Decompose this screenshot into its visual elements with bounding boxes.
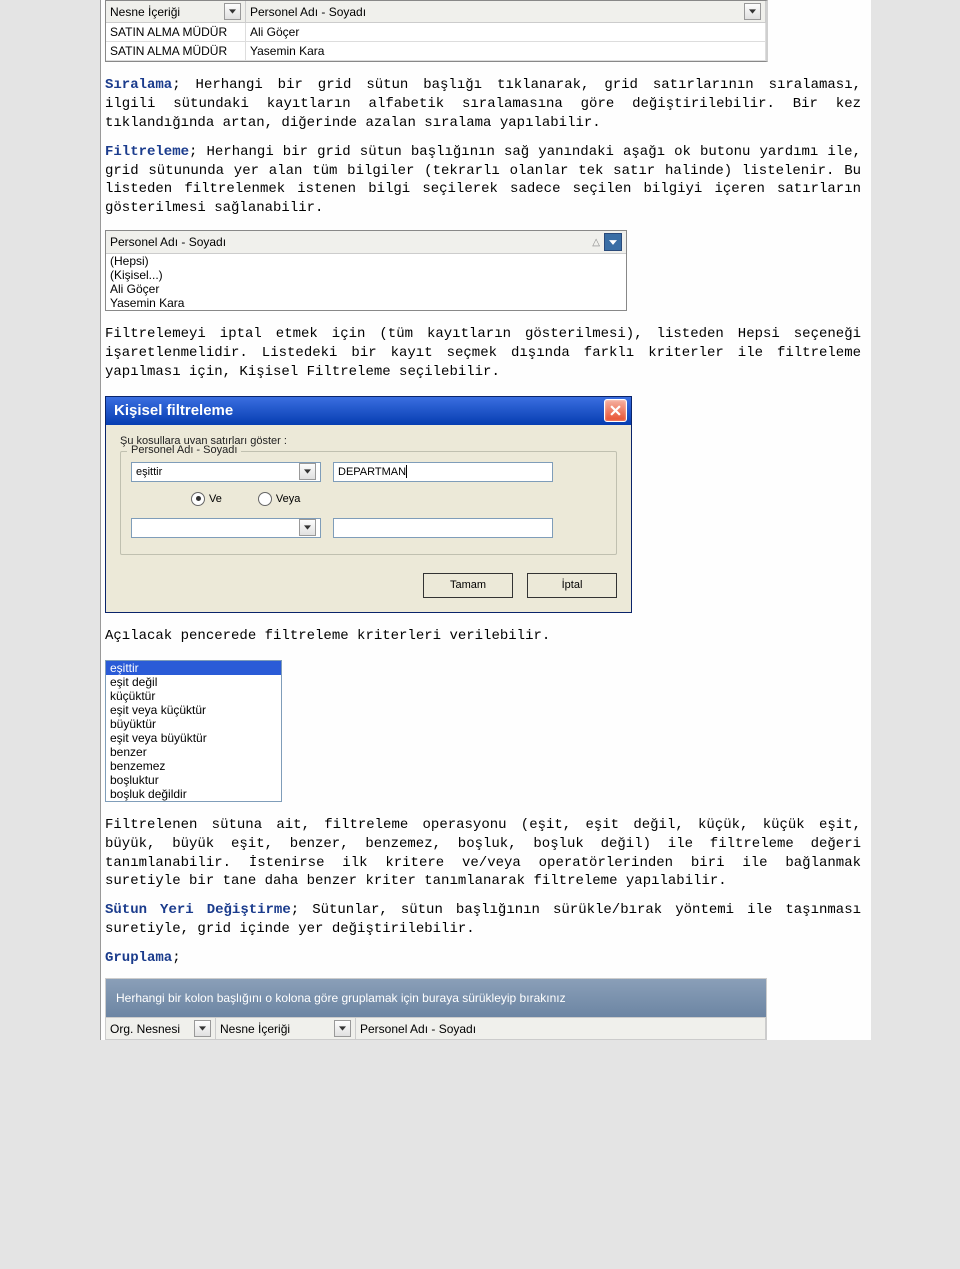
filter-dropdown-header[interactable]: Personel Adı - Soyadı △ bbox=[106, 231, 626, 254]
list-item[interactable]: boşluktur bbox=[106, 773, 281, 787]
radio-icon bbox=[191, 492, 205, 506]
list-item[interactable]: benzer bbox=[106, 745, 281, 759]
custom-filter-dialog: Kişisel filtreleme Şu koşullara uyan sat… bbox=[105, 396, 632, 613]
list-item[interactable]: büyüktür bbox=[106, 717, 281, 731]
chevron-down-icon[interactable] bbox=[299, 463, 316, 480]
operator-select-2[interactable] bbox=[131, 518, 321, 538]
paragraph-grouping: Gruplama; bbox=[101, 949, 871, 974]
term-sorting: Sıralama bbox=[105, 77, 172, 93]
chevron-down-icon[interactable] bbox=[604, 233, 622, 251]
filter-dropdown[interactable]: Personel Adı - Soyadı △ (Hepsi) (Kişisel… bbox=[105, 230, 627, 311]
paragraph-dialog-info: Açılacak pencerede filtreleme kriterleri… bbox=[101, 617, 871, 656]
radio-icon bbox=[258, 492, 272, 506]
filter-option[interactable]: (Hepsi) bbox=[106, 254, 626, 268]
cell: SATIN ALMA MÜDÜR bbox=[106, 23, 246, 41]
fieldset-legend: Personel Adı - Soyadı bbox=[127, 444, 241, 456]
paragraph-sorting: Sıralama; Herhangi bir grid sütun başlığ… bbox=[101, 66, 871, 143]
list-item[interactable]: eşittir bbox=[106, 661, 281, 675]
chevron-down-icon[interactable] bbox=[194, 1020, 211, 1037]
value-input-1[interactable]: DEPARTMAN bbox=[333, 462, 553, 482]
list-item[interactable]: eşit veya büyüktür bbox=[106, 731, 281, 745]
paragraph-operators: Filtrelenen sütuna ait, filtreleme opera… bbox=[101, 806, 871, 902]
dialog-title: Kişisel filtreleme bbox=[114, 402, 233, 419]
radio-or[interactable]: Veya bbox=[258, 492, 300, 506]
filter-option[interactable]: Ali Göçer bbox=[106, 282, 626, 296]
column-header-nesne[interactable]: Nesne İçeriği bbox=[106, 1, 246, 22]
term-column-move: Sütun Yeri Değiştirme bbox=[105, 902, 291, 918]
list-item[interactable]: küçüktür bbox=[106, 689, 281, 703]
column-header-nesne[interactable]: Nesne İçeriği bbox=[216, 1018, 356, 1039]
table-row[interactable]: SATIN ALMA MÜDÜR Ali Göçer bbox=[106, 23, 766, 42]
column-header-label: Personel Adı - Soyadı bbox=[250, 5, 366, 19]
value-input-2[interactable] bbox=[333, 518, 553, 538]
filter-option[interactable]: Yasemin Kara bbox=[106, 296, 626, 310]
list-item[interactable]: eşit veya küçüktür bbox=[106, 703, 281, 717]
cancel-button[interactable]: İptal bbox=[527, 573, 617, 598]
list-item[interactable]: eşit değil bbox=[106, 675, 281, 689]
ok-button[interactable]: Tamam bbox=[423, 573, 513, 598]
operator-listbox[interactable]: eşittir eşit değil küçüktür eşit veya kü… bbox=[105, 660, 282, 802]
paragraph-column-move: Sütun Yeri Değiştirme; Sütunlar, sütun b… bbox=[101, 901, 871, 949]
chevron-down-icon[interactable] bbox=[744, 3, 761, 20]
group-panel[interactable]: Herhangi bir kolon başlığını o kolona gö… bbox=[105, 978, 767, 1040]
chevron-down-icon[interactable] bbox=[224, 3, 241, 20]
cell: SATIN ALMA MÜDÜR bbox=[106, 42, 246, 60]
chevron-down-icon[interactable] bbox=[299, 519, 316, 536]
radio-and[interactable]: Ve bbox=[191, 492, 222, 506]
column-header-label: Nesne İçeriği bbox=[110, 5, 180, 19]
sort-asc-icon: △ bbox=[592, 237, 604, 248]
cell: Yasemin Kara bbox=[246, 42, 766, 60]
cell: Ali Göçer bbox=[246, 23, 766, 41]
column-header-org[interactable]: Org. Nesnesi bbox=[106, 1018, 216, 1039]
text-caret bbox=[406, 465, 407, 478]
dialog-titlebar[interactable]: Kişisel filtreleme bbox=[106, 397, 631, 425]
list-item[interactable]: benzemez bbox=[106, 759, 281, 773]
column-header-personel[interactable]: Personel Adı - Soyadı bbox=[356, 1018, 766, 1039]
filter-dropdown-title: Personel Adı - Soyadı bbox=[110, 235, 226, 249]
grid-personel[interactable]: Nesne İçeriği Personel Adı - Soyadı SATI… bbox=[105, 0, 768, 62]
list-item[interactable]: boşluk değildir bbox=[106, 787, 281, 801]
paragraph-filter-cancel: Filtrelemeyi iptal etmek için (tüm kayıt… bbox=[101, 315, 871, 392]
filter-fieldset: Personel Adı - Soyadı eşittir DEPARTMAN bbox=[120, 451, 617, 555]
group-drop-area[interactable]: Herhangi bir kolon başlığını o kolona gö… bbox=[106, 979, 766, 1017]
operator-select-1[interactable]: eşittir bbox=[131, 462, 321, 482]
filter-option[interactable]: (Kişisel...) bbox=[106, 268, 626, 282]
table-row[interactable]: SATIN ALMA MÜDÜR Yasemin Kara bbox=[106, 42, 766, 61]
column-header-personel[interactable]: Personel Adı - Soyadı bbox=[246, 1, 766, 22]
term-grouping: Gruplama bbox=[105, 950, 172, 966]
paragraph-filtering: Filtreleme; Herhangi bir grid sütun başl… bbox=[101, 143, 871, 229]
chevron-down-icon[interactable] bbox=[334, 1020, 351, 1037]
close-icon[interactable] bbox=[604, 399, 627, 422]
term-filtering: Filtreleme bbox=[105, 144, 189, 160]
